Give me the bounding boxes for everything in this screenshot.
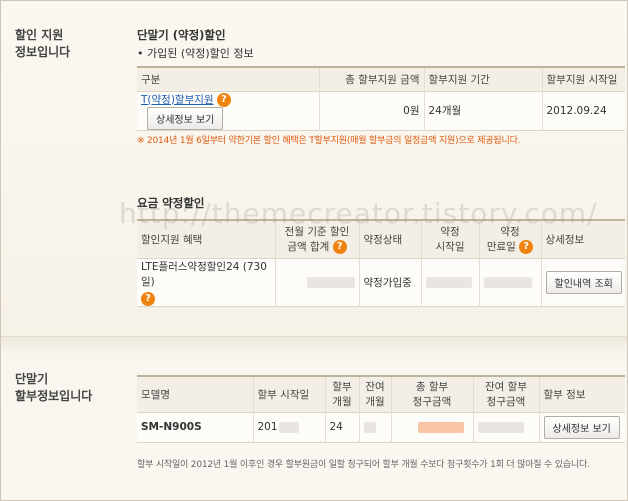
inst-header-model: 모델명 bbox=[141, 388, 170, 401]
fee-detail-cell: 할인내역 조회 bbox=[540, 258, 625, 306]
inst-header-total: 총 할부 청구금액 bbox=[390, 376, 473, 412]
inst-remain-cell bbox=[358, 412, 391, 442]
inst-header-remain-amt-line1: 잔여 할부 bbox=[485, 381, 527, 394]
inst-model-cell: SM-N900S bbox=[141, 421, 202, 433]
blurred-value bbox=[477, 421, 524, 433]
fee-start-cell bbox=[420, 258, 479, 306]
fee-header-end-line2: 만료일 bbox=[486, 241, 516, 254]
fee-discount-table: 할인지원 혜택 전월 기준 할인 금액 합계 ? 약정상태 약정 시작일 약정 … bbox=[137, 219, 625, 307]
inst-months-cell: 24 bbox=[324, 412, 359, 442]
table-row: LTE플러스약정할인24 (730 일) ? 약정가입중 할인내역 조회 bbox=[137, 258, 625, 306]
help-icon[interactable]: ? bbox=[141, 291, 155, 306]
inst-total-cell bbox=[390, 412, 473, 442]
inst-remain-amount-cell bbox=[472, 412, 539, 442]
header-type: 구분 bbox=[141, 73, 161, 86]
header-period: 할부지원 기간 bbox=[423, 67, 542, 91]
installment-support-link[interactable]: T(약정)할부지원 bbox=[141, 94, 214, 106]
inst-header-months-line1: 할부 bbox=[332, 381, 352, 394]
detail-info-button[interactable]: 상세정보 보기 bbox=[147, 106, 224, 130]
amount-cell: 0원 bbox=[318, 91, 424, 130]
inst-header-total-line2: 청구금액 bbox=[412, 396, 452, 409]
blurred-value bbox=[306, 276, 355, 288]
side-title-line2: 정보입니다 bbox=[15, 45, 71, 59]
help-icon[interactable]: ? bbox=[216, 92, 231, 107]
discount-history-button[interactable]: 할인내역 조회 bbox=[545, 270, 622, 294]
inst-header-months: 할부 개월 bbox=[324, 376, 359, 412]
header-total-amount: 총 할부지원 금액 bbox=[318, 67, 424, 91]
fee-status-cell: 약정가입중 bbox=[358, 258, 421, 306]
inst-header-remain: 잔여 개월 bbox=[358, 376, 391, 412]
watermark-text: http://themecreator.tistory.com/ bbox=[119, 197, 598, 230]
inst-header-remain-line2: 개월 bbox=[365, 396, 385, 409]
blurred-value bbox=[425, 276, 472, 288]
installment-detail-button[interactable]: 상세정보 보기 bbox=[543, 415, 620, 439]
inst-info-cell: 상세정보 보기 bbox=[538, 412, 625, 442]
fee-header-start-line2: 시작일 bbox=[435, 241, 465, 254]
inst-header-remain-line1: 잔여 bbox=[365, 381, 385, 394]
help-icon[interactable]: ? bbox=[519, 240, 534, 255]
inst-header-remain-amt-line2: 청구금액 bbox=[486, 396, 526, 409]
inst-start-cell: 201 bbox=[252, 412, 325, 442]
blurred-value bbox=[483, 276, 532, 288]
inst-start-text: 201 bbox=[257, 421, 278, 433]
fee-header-end-line2-wrap: 만료일 ? bbox=[484, 239, 537, 255]
help-icon[interactable]: ? bbox=[332, 240, 347, 255]
side-title-line2: 할부정보입니다 bbox=[15, 389, 93, 403]
inst-header-start: 할부 시작일 bbox=[252, 376, 325, 412]
header-start-date: 할부지원 시작일 bbox=[541, 67, 625, 91]
page-frame: 할인 지원 정보입니다 단말기 (약정)할인 • 가입된 (약정)할인 정보 구… bbox=[0, 0, 628, 501]
fee-header-base-line2-wrap: 금액 합계 ? bbox=[280, 239, 355, 255]
table-row: T(약정)할부지원 ? 상세정보 보기 0원 24개월 2012.09.24 bbox=[137, 91, 625, 130]
inst-header-remain-amount: 잔여 할부 청구금액 bbox=[472, 376, 539, 412]
type-cell: T(약정)할부지원 ? 상세정보 보기 bbox=[137, 91, 319, 130]
device-discount-table: 구분 총 할부지원 금액 할부지원 기간 할부지원 시작일 T(약정)할부지원 … bbox=[137, 66, 625, 131]
blurred-value bbox=[417, 421, 464, 433]
fee-benefit-cell: LTE플러스약정할인24 (730 일) ? bbox=[137, 258, 275, 306]
device-discount-title: 단말기 (약정)할인 bbox=[137, 28, 226, 42]
table-header-row: 구분 총 할부지원 금액 할부지원 기간 할부지원 시작일 bbox=[137, 67, 625, 91]
inst-header-total-line1: 총 할부 bbox=[415, 381, 449, 394]
table-row: SM-N900S 201 24 상세정보 보기 bbox=[137, 412, 625, 442]
fee-header-base-line2: 금액 합계 bbox=[287, 241, 330, 254]
fee-base-amount-cell bbox=[274, 258, 359, 306]
discount-side-title: 할인 지원 정보입니다 bbox=[15, 27, 70, 61]
inst-header-months-line2: 개월 bbox=[332, 396, 352, 409]
inst-header-info: 할부 정보 bbox=[538, 376, 625, 412]
subscribed-discount-bullet: • 가입된 (약정)할인 정보 bbox=[137, 47, 254, 60]
installment-header-row: 모델명 할부 시작일 할부 개월 잔여 개월 총 할부 청구금액 잔여 할부 청… bbox=[137, 376, 625, 412]
fee-benefit-text: LTE플러스약정할인24 (730 일) bbox=[141, 260, 267, 288]
side-title-line1: 단말기 bbox=[15, 372, 49, 386]
start-date-cell: 2012.09.24 bbox=[541, 91, 625, 130]
discount-section: 할인 지원 정보입니다 단말기 (약정)할인 • 가입된 (약정)할인 정보 구… bbox=[1, 1, 627, 336]
discount-notice: ※ 2014년 1월 6일부터 약한기본 할인 혜택은 T할부지원(매월 할부금… bbox=[137, 136, 521, 146]
side-title-line1: 할인 지원 bbox=[15, 28, 64, 42]
blurred-value bbox=[363, 421, 376, 433]
installment-side-title: 단말기 할부정보입니다 bbox=[15, 371, 92, 405]
blurred-value bbox=[278, 421, 299, 433]
fee-end-cell bbox=[478, 258, 541, 306]
installment-notice: 할부 시작일이 2012년 1월 이후인 경우 할부원금이 일할 청구되어 할부… bbox=[137, 460, 590, 470]
period-cell: 24개월 bbox=[423, 91, 542, 130]
installment-table: 모델명 할부 시작일 할부 개월 잔여 개월 총 할부 청구금액 잔여 할부 청… bbox=[137, 375, 625, 443]
